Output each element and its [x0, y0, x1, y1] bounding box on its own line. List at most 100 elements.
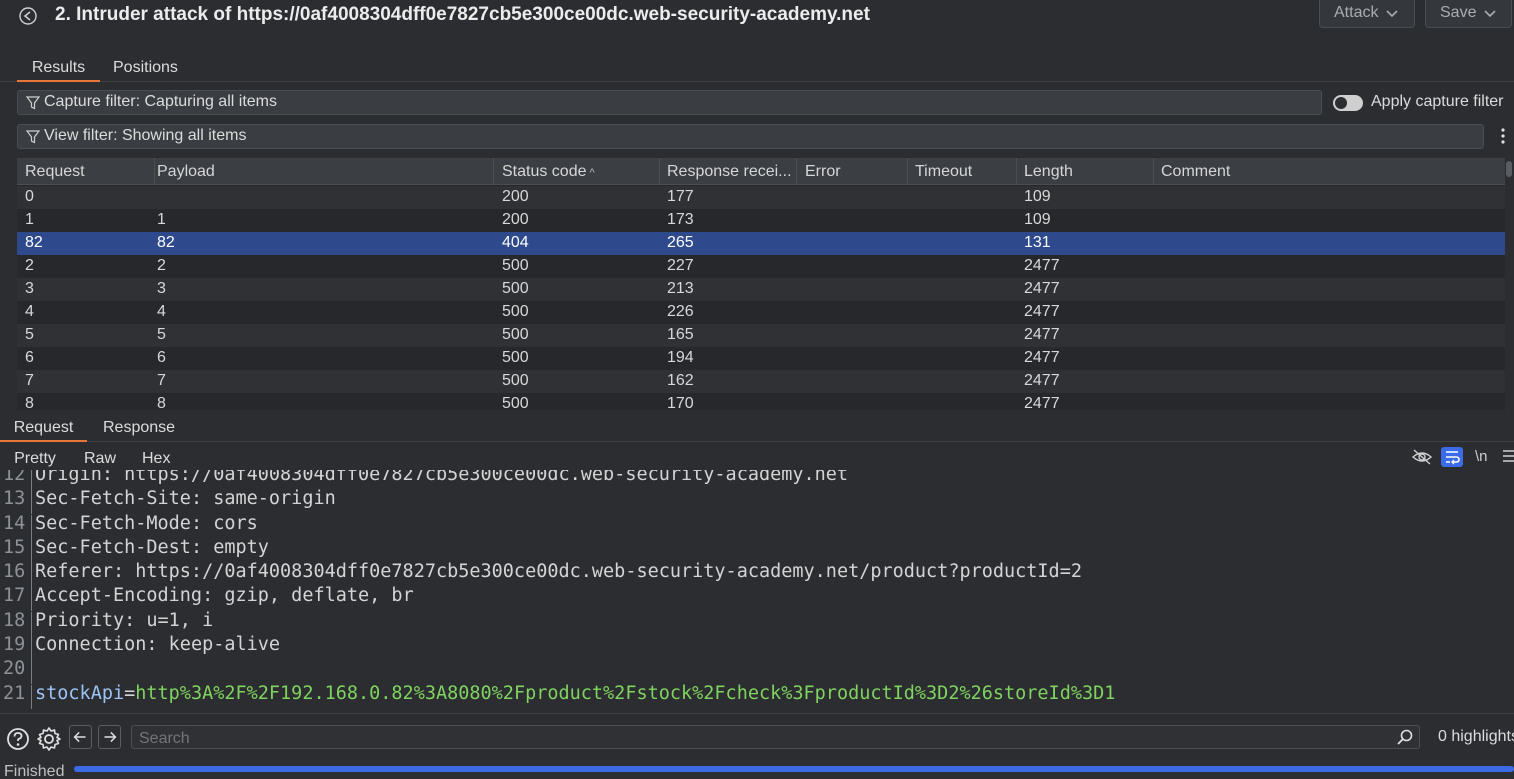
- gutter-divider: [31, 490, 32, 515]
- cell-length: 2477: [1024, 257, 1060, 274]
- view-filter-bar[interactable]: View filter: Showing all items: [17, 124, 1484, 149]
- cell-request: 1: [25, 211, 34, 228]
- code-text: Sec-Fetch-Site: same-origin: [35, 488, 336, 509]
- chevron-down-icon: [1386, 10, 1399, 18]
- table-row[interactable]: 1 1 200 173 109: [17, 209, 1505, 232]
- chevron-down-icon: [1484, 10, 1497, 18]
- attack-label: Attack: [1334, 4, 1379, 21]
- column-header-error[interactable]: Error: [797, 158, 908, 185]
- table-row[interactable]: 5 5 500 165 2477: [17, 324, 1505, 347]
- show-newlines-icon[interactable]: \n: [1475, 448, 1488, 465]
- filter-icon: [26, 96, 40, 110]
- cell-length: 109: [1024, 211, 1051, 228]
- cell-payload: 1: [157, 211, 166, 228]
- search-input[interactable]: [131, 725, 1420, 749]
- sort-ascending-icon: ^: [586, 167, 595, 179]
- cell-length: 2477: [1024, 349, 1060, 366]
- attack-dropdown-button[interactable]: Attack: [1319, 0, 1415, 28]
- cell-payload: 8: [157, 395, 166, 410]
- help-icon[interactable]: [6, 727, 30, 751]
- code-text: Connection: keep-alive: [35, 634, 280, 655]
- column-header-timeout[interactable]: Timeout: [907, 158, 1017, 185]
- table-row-selected[interactable]: 82 82 404 265 131: [17, 232, 1505, 255]
- header-name: Sec-Fetch-Site: [35, 488, 191, 510]
- cell-length: 109: [1024, 188, 1051, 205]
- window-title: 2. Intruder attack of https://0af4008304…: [55, 4, 870, 25]
- code-line: 14 Sec-Fetch-Mode: cors: [0, 512, 1514, 539]
- highlights-count: 0 highlights: [1438, 728, 1514, 745]
- cell-payload: 2: [157, 257, 166, 274]
- gutter-divider: [31, 611, 32, 636]
- tab-request[interactable]: Request: [0, 416, 87, 442]
- table-row[interactable]: 0 200 177 109: [17, 186, 1505, 209]
- tab-positions[interactable]: Positions: [113, 56, 178, 82]
- table-row[interactable]: 3 3 500 213 2477: [17, 278, 1505, 301]
- table-scrollbar[interactable]: [1505, 158, 1513, 410]
- cell-status-code: 500: [502, 349, 529, 366]
- tab-response[interactable]: Response: [103, 416, 175, 442]
- cell-response-received: 165: [667, 326, 694, 343]
- results-tabs: Results Positions: [0, 56, 1514, 82]
- cell-response-received: 265: [667, 234, 694, 251]
- cell-status-code: 500: [502, 303, 529, 320]
- cell-request: 0: [25, 188, 34, 205]
- code-text: Sec-Fetch-Mode: cors: [35, 513, 258, 534]
- column-header-status-code[interactable]: Status code ^: [494, 158, 660, 185]
- colon: :: [190, 536, 203, 558]
- code-text: Sec-Fetch-Dest: empty: [35, 537, 269, 558]
- gutter-divider: [31, 470, 32, 490]
- back-arrow-icon[interactable]: [18, 6, 38, 26]
- colon: :: [146, 634, 158, 656]
- view-filter-label: View filter: Showing all items: [44, 127, 247, 144]
- more-options-icon[interactable]: [1500, 126, 1506, 146]
- cell-payload: 5: [157, 326, 166, 343]
- gutter-divider: [31, 660, 32, 685]
- line-number: 20: [3, 658, 26, 680]
- table-row[interactable]: 6 6 500 194 2477: [17, 347, 1505, 370]
- cell-request: 2: [25, 257, 34, 274]
- scrollbar-thumb[interactable]: [1506, 161, 1512, 177]
- table-row[interactable]: 4 4 500 226 2477: [17, 301, 1505, 324]
- line-number: 19: [3, 634, 26, 656]
- colon: :: [190, 488, 203, 510]
- gear-icon[interactable]: [36, 726, 62, 752]
- tab-results[interactable]: Results: [17, 56, 100, 82]
- hide-non-printable-eye-icon[interactable]: [1411, 447, 1433, 467]
- capture-filter-bar[interactable]: Capture filter: Capturing all items: [17, 90, 1322, 115]
- line-number: 14: [3, 512, 26, 534]
- gutter-divider: [31, 636, 32, 661]
- cell-response-received: 162: [667, 372, 694, 389]
- header-value: cors: [202, 512, 258, 534]
- table-body: 0 200 177 109 1 1 200 173 109 82 82 404 265 131 2 2 500 2…: [17, 186, 1505, 410]
- search-icon[interactable]: [1396, 728, 1414, 746]
- cell-response-received: 226: [667, 303, 694, 320]
- next-match-button[interactable]: [98, 725, 121, 749]
- column-header-payload[interactable]: Payload: [149, 158, 494, 185]
- line-number: 13: [3, 488, 26, 510]
- column-header-length[interactable]: Length: [1016, 158, 1154, 185]
- table-row[interactable]: 8 8 500 170 2477: [17, 393, 1505, 410]
- cell-status-code: 500: [502, 326, 529, 343]
- request-editor[interactable]: 12 Origin: https://0af4008304dff0e7827cb5…: [0, 470, 1514, 713]
- cell-payload: 7: [157, 372, 166, 389]
- code-line: 17 Accept-Encoding: gzip, deflate, br: [0, 585, 1514, 612]
- header-name: Referer: [35, 561, 113, 583]
- table-row[interactable]: 7 7 500 162 2477: [17, 370, 1505, 393]
- cell-request: 6: [25, 349, 34, 366]
- cell-status-code: 500: [502, 280, 529, 297]
- save-dropdown-button[interactable]: Save: [1425, 0, 1512, 28]
- code-line: 13 Sec-Fetch-Site: same-origin: [0, 488, 1514, 515]
- cell-request: 7: [25, 372, 34, 389]
- code-line: 21 stockApi=http%3A%2F%2F192.168.0.82%3A8…: [0, 683, 1514, 709]
- table-row[interactable]: 2 2 500 227 2477: [17, 255, 1505, 278]
- menu-icon[interactable]: [1502, 446, 1514, 466]
- word-wrap-icon[interactable]: [1441, 447, 1463, 467]
- column-header-request[interactable]: Request: [17, 158, 155, 185]
- table-header: Request Payload Status code ^ Response r…: [17, 158, 1505, 185]
- cell-payload: 6: [157, 349, 166, 366]
- cell-status-code: 500: [502, 395, 529, 410]
- column-header-comment[interactable]: Comment: [1153, 158, 1505, 185]
- previous-match-button[interactable]: [69, 725, 92, 749]
- column-header-response-received[interactable]: Response recei...: [659, 158, 797, 185]
- cell-request: 5: [25, 326, 34, 343]
